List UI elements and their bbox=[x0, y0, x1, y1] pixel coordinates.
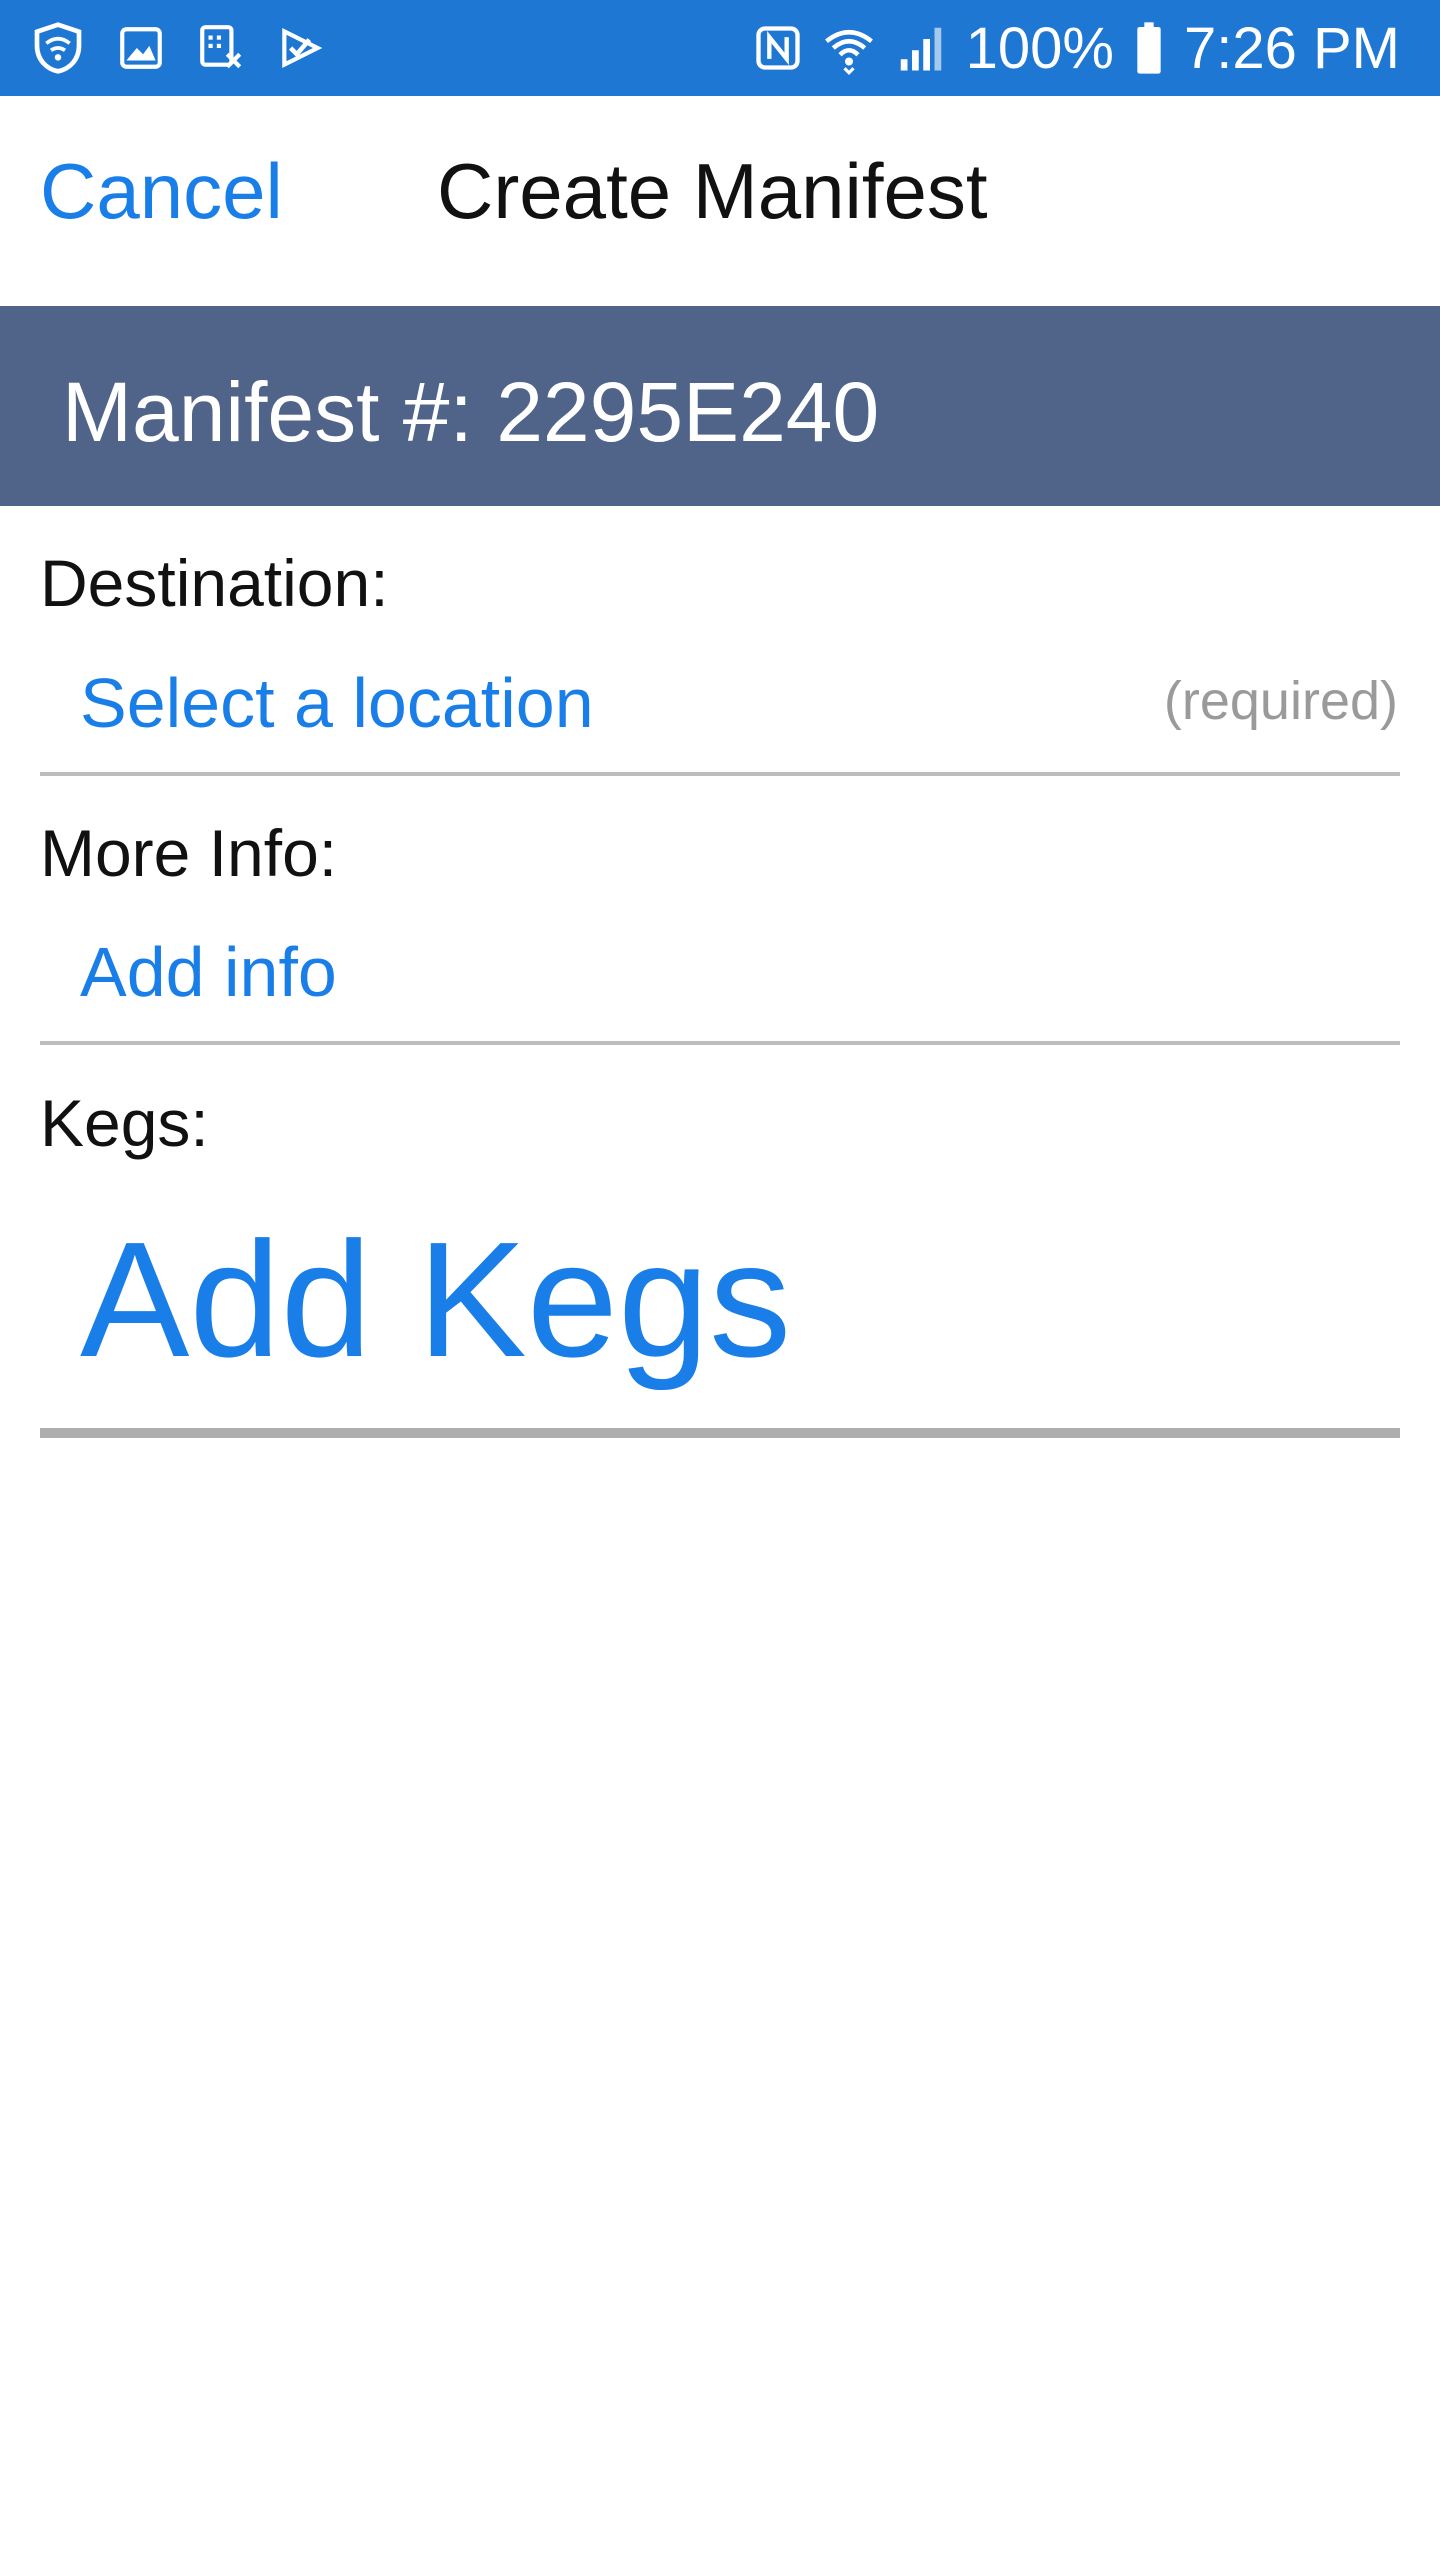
divider bbox=[40, 1041, 1400, 1045]
status-right-icons: 100% 7:26 PM bbox=[752, 14, 1400, 82]
add-kegs-button[interactable]: Add Kegs bbox=[80, 1209, 791, 1390]
required-hint: (required) bbox=[1163, 671, 1398, 731]
add-info-button[interactable]: Add info bbox=[80, 932, 337, 1012]
battery-percent: 100% bbox=[965, 15, 1114, 81]
divider bbox=[40, 772, 1400, 776]
destination-label: Destination: bbox=[40, 546, 389, 620]
shield-icon bbox=[30, 20, 86, 76]
status-bar: 100% 7:26 PM bbox=[0, 0, 1440, 96]
manifest-number: Manifest #: 2295E240 bbox=[62, 365, 880, 459]
more-info-label: More Info: bbox=[40, 816, 338, 890]
divider bbox=[40, 1428, 1400, 1438]
nfc-icon bbox=[752, 21, 804, 75]
kegs-label: Kegs: bbox=[40, 1086, 209, 1160]
nav-header: Cancel Create Manifest bbox=[0, 96, 1440, 306]
keypad-icon bbox=[196, 23, 246, 73]
battery-icon bbox=[1132, 20, 1166, 76]
signal-icon bbox=[894, 21, 948, 75]
wifi-icon bbox=[822, 21, 876, 75]
check-icon bbox=[276, 23, 326, 73]
clock: 7:26 PM bbox=[1184, 15, 1400, 81]
page-title: Create Manifest bbox=[437, 147, 988, 235]
cancel-button[interactable]: Cancel bbox=[40, 146, 283, 237]
select-location-button[interactable]: Select a location bbox=[80, 663, 594, 743]
status-left-icons bbox=[30, 18, 326, 78]
image-icon bbox=[116, 23, 166, 73]
screen: 100% 7:26 PM Cancel Create Manifest Mani… bbox=[0, 0, 1440, 2560]
manifest-banner: Manifest #: 2295E240 bbox=[0, 306, 1440, 506]
